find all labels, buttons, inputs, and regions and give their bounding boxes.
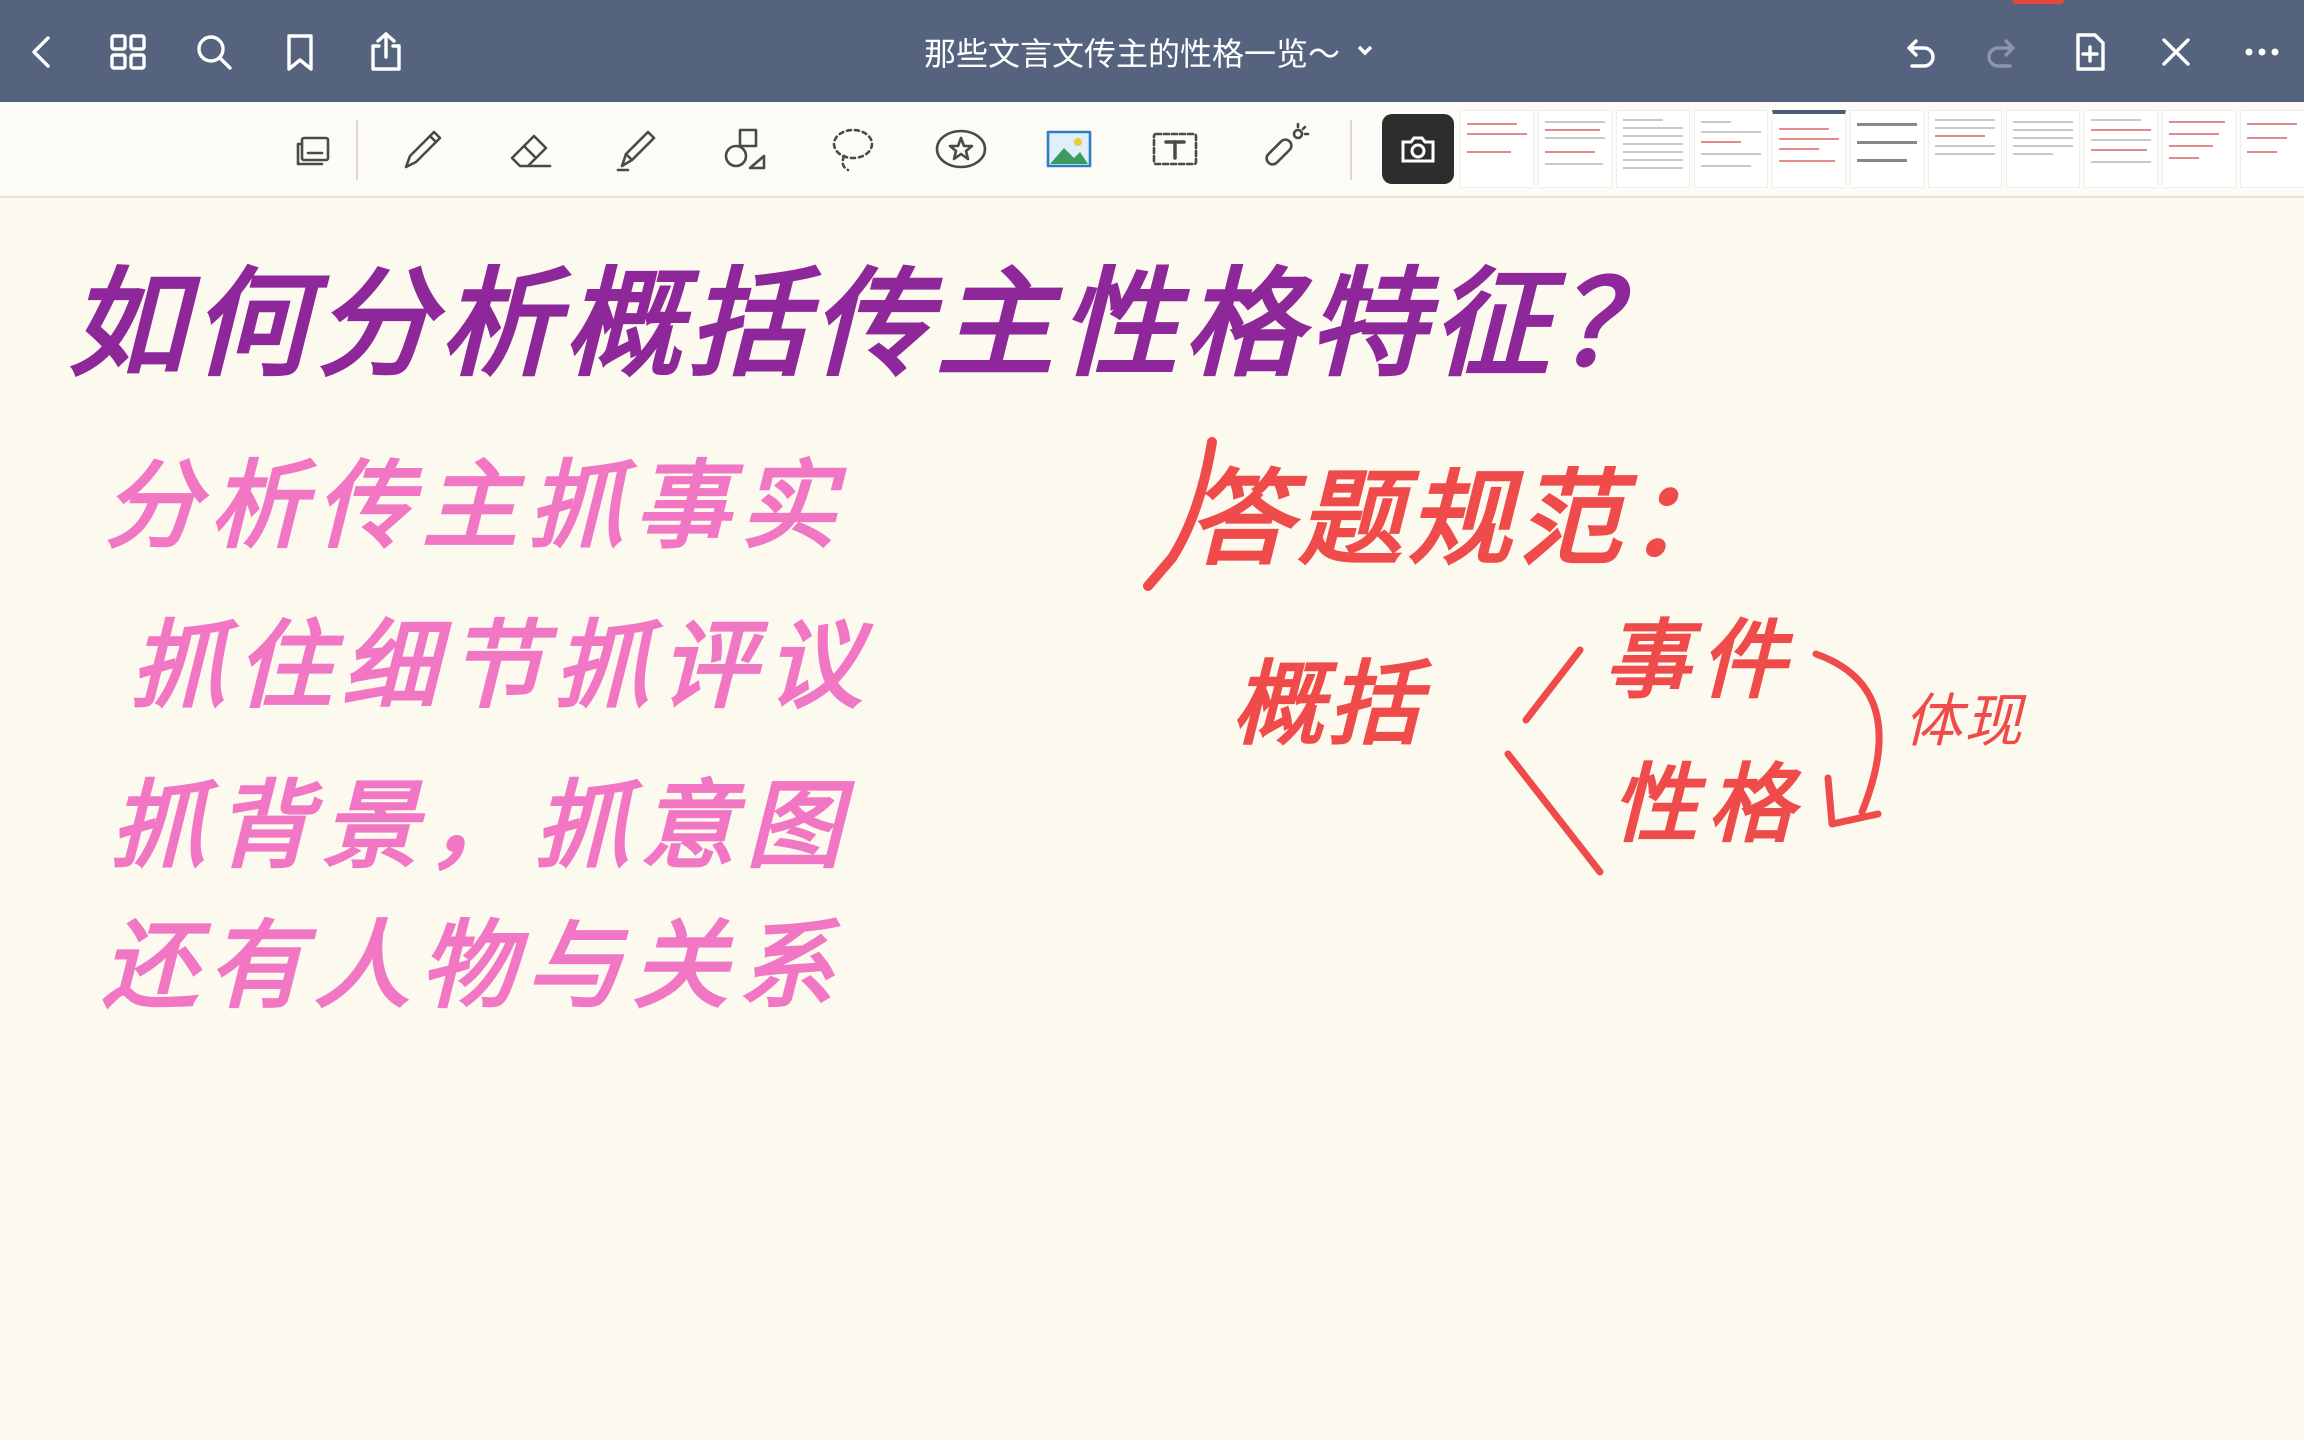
laser-pointer-icon[interactable] xyxy=(1250,116,1316,182)
page-thumbnail[interactable] xyxy=(1694,110,1768,188)
image-icon[interactable] xyxy=(1036,116,1102,182)
embody-label: 体现 xyxy=(1904,687,2025,755)
camera-icon[interactable] xyxy=(1382,114,1454,184)
more-icon[interactable] xyxy=(2236,26,2288,78)
page-thumbnail[interactable] xyxy=(2240,110,2304,188)
recording-indicator xyxy=(2012,0,2064,4)
note-line: 抓背景，抓意图 xyxy=(110,769,852,882)
pen-icon[interactable] xyxy=(390,116,456,182)
drawing-toolbar xyxy=(0,102,2304,198)
page-layout-icon[interactable] xyxy=(282,116,348,182)
document-title: 那些文言文传主的性格一览～ xyxy=(923,35,1340,73)
chevron-down-icon xyxy=(1354,39,1376,65)
back-icon[interactable] xyxy=(16,26,68,78)
note-canvas[interactable]: 如何分析概括传主性格特征？ 分析传主抓事实 抓住细节抓评议 抓背景，抓意图 还有… xyxy=(0,198,2304,1440)
page-thumbnail[interactable] xyxy=(2084,110,2158,188)
note-line: 还有人物与关系 xyxy=(102,909,844,1022)
lasso-icon[interactable] xyxy=(820,116,886,182)
toolbar-divider xyxy=(356,120,358,180)
bookmark-icon[interactable] xyxy=(274,26,326,78)
page-thumbnail[interactable] xyxy=(1460,110,1534,188)
redo-icon[interactable] xyxy=(1978,26,2030,78)
event-label: 事件 xyxy=(1604,610,1796,711)
personality-label: 性格 xyxy=(1612,754,1804,855)
close-icon[interactable] xyxy=(2150,26,2202,78)
note-line: 分析传主抓事实 xyxy=(104,449,846,562)
eraser-icon[interactable] xyxy=(498,116,564,182)
top-navigation-bar: 那些文言文传主的性格一览～ xyxy=(0,0,2304,102)
note-line: 抓住细节抓评议 xyxy=(130,609,872,722)
page-thumbnail[interactable] xyxy=(2006,110,2080,188)
document-title-dropdown[interactable]: 那些文言文传主的性格一览～ xyxy=(880,28,1420,76)
page-thumbnail[interactable] xyxy=(1928,110,2002,188)
share-icon[interactable] xyxy=(360,26,412,78)
page-thumbnail[interactable] xyxy=(1616,110,1690,188)
shapes-icon[interactable] xyxy=(712,116,778,182)
grid-icon[interactable] xyxy=(102,26,154,78)
sticker-icon[interactable] xyxy=(928,116,994,182)
highlighter-icon[interactable] xyxy=(604,116,670,182)
undo-icon[interactable] xyxy=(1892,26,1944,78)
page-thumbnail-current[interactable] xyxy=(1772,110,1846,188)
text-box-icon[interactable] xyxy=(1142,116,1208,182)
page-thumbnail[interactable] xyxy=(1850,110,1924,188)
page-thumbnail-strip[interactable] xyxy=(1460,110,2304,190)
search-icon[interactable] xyxy=(188,26,240,78)
summarize-label: 概括 xyxy=(1232,650,1425,758)
toolbar-divider xyxy=(1350,120,1352,180)
answer-format-title: 答题规范： xyxy=(1188,457,1739,580)
page-thumbnail[interactable] xyxy=(2162,110,2236,188)
page-thumbnail[interactable] xyxy=(1538,110,1612,188)
note-heading: 如何分析概括传主性格特征？ xyxy=(68,254,1681,393)
add-page-icon[interactable] xyxy=(2064,26,2116,78)
